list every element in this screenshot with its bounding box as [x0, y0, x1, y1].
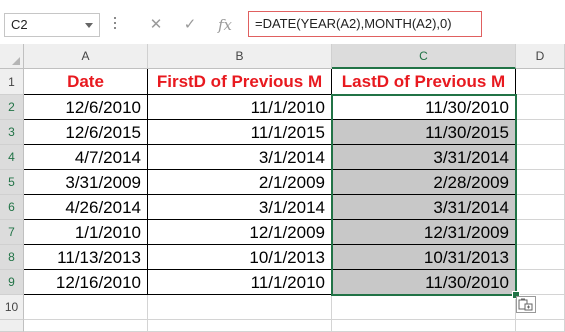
cell-b5[interactable]: 2/1/2009	[148, 170, 332, 195]
cell-d9[interactable]	[516, 270, 565, 295]
cell-d4[interactable]	[516, 145, 565, 170]
clipboard-icon	[518, 298, 533, 311]
row-header-11[interactable]	[0, 320, 24, 332]
cell-c11[interactable]	[332, 320, 516, 332]
cell-d1[interactable]	[516, 69, 565, 95]
cell-a5[interactable]: 3/31/2009	[24, 170, 148, 195]
cell-c2[interactable]: 11/30/2010	[332, 95, 516, 120]
cell-a8[interactable]: 11/13/2013	[24, 245, 148, 270]
cell-d5[interactable]	[516, 170, 565, 195]
cell-d6[interactable]	[516, 195, 565, 220]
cell-b11[interactable]	[148, 320, 332, 332]
worksheet-grid: A B C D 1 2 3 4 5 6 7 8 9 10 Date FirstD…	[0, 44, 565, 332]
header-cell-first-day[interactable]: FirstD of Previous M	[148, 69, 332, 95]
cell-b7[interactable]: 12/1/2009	[148, 220, 332, 245]
cell-b8[interactable]: 10/1/2013	[148, 245, 332, 270]
name-box-value: C2	[11, 17, 28, 32]
chevron-down-icon[interactable]	[85, 23, 93, 28]
grip-dots-icon[interactable]	[112, 14, 118, 36]
row-header-3[interactable]: 3	[0, 120, 24, 145]
cell-a7[interactable]: 1/1/2010	[24, 220, 148, 245]
cell-c4[interactable]: 3/31/2014	[332, 145, 516, 170]
row-header-2[interactable]: 2	[0, 95, 24, 120]
cell-c3[interactable]: 11/30/2015	[332, 120, 516, 145]
cell-a4[interactable]: 4/7/2014	[24, 145, 148, 170]
cell-c5[interactable]: 2/28/2009	[332, 170, 516, 195]
cell-c7[interactable]: 12/31/2009	[332, 220, 516, 245]
cell-c10[interactable]	[332, 295, 516, 320]
formula-bar: C2 ✕ ✓ fx =DATE(YEAR(A2),MONTH(A2),0)	[0, 0, 565, 45]
row-header-4[interactable]: 4	[0, 145, 24, 170]
fx-icon[interactable]: fx	[212, 13, 238, 37]
formula-bar-buttons: ✕ ✓ fx	[138, 13, 242, 37]
row-header-5[interactable]: 5	[0, 170, 24, 195]
formula-input[interactable]: =DATE(YEAR(A2),MONTH(A2),0)	[248, 11, 482, 37]
cell-a11[interactable]	[24, 320, 148, 332]
row-header-6[interactable]: 6	[0, 195, 24, 220]
cell-d8[interactable]	[516, 245, 565, 270]
cell-a6[interactable]: 4/26/2014	[24, 195, 148, 220]
cell-b4[interactable]: 3/1/2014	[148, 145, 332, 170]
cell-c8[interactable]: 10/31/2013	[332, 245, 516, 270]
cell-a9[interactable]: 12/16/2010	[24, 270, 148, 295]
column-header-c[interactable]: C	[332, 44, 516, 69]
row-header-7[interactable]: 7	[0, 220, 24, 245]
cell-c6[interactable]: 3/31/2014	[332, 195, 516, 220]
cell-b9[interactable]: 11/1/2010	[148, 270, 332, 295]
excel-window: C2 ✕ ✓ fx =DATE(YEAR(A2),MONTH(A2),0) A …	[0, 0, 565, 332]
cell-b10[interactable]	[148, 295, 332, 320]
cell-d11[interactable]	[516, 320, 565, 332]
cell-d2[interactable]	[516, 95, 565, 120]
cell-b3[interactable]: 11/1/2015	[148, 120, 332, 145]
select-all-icon	[12, 57, 20, 65]
check-icon[interactable]: ✓	[178, 13, 202, 37]
cell-d3[interactable]	[516, 120, 565, 145]
row-header-1[interactable]: 1	[0, 69, 24, 95]
row-header-9[interactable]: 9	[0, 270, 24, 295]
cell-b6[interactable]: 3/1/2014	[148, 195, 332, 220]
column-header-a[interactable]: A	[24, 44, 148, 69]
cell-a10[interactable]	[24, 295, 148, 320]
cell-a3[interactable]: 12/6/2015	[24, 120, 148, 145]
name-box[interactable]: C2	[4, 13, 100, 37]
header-cell-last-day[interactable]: LastD of Previous M	[332, 69, 516, 95]
select-all-button[interactable]	[0, 44, 24, 69]
cell-b2[interactable]: 11/1/2010	[148, 95, 332, 120]
column-header-b[interactable]: B	[148, 44, 332, 69]
row-header-10[interactable]: 10	[0, 295, 24, 320]
row-header-8[interactable]: 8	[0, 245, 24, 270]
cell-c9[interactable]: 11/30/2010	[332, 270, 516, 295]
x-icon[interactable]: ✕	[144, 13, 168, 37]
cell-a2[interactable]: 12/6/2010	[24, 95, 148, 120]
paste-options-button[interactable]	[516, 296, 536, 313]
column-header-d[interactable]: D	[516, 44, 565, 69]
cell-d7[interactable]	[516, 220, 565, 245]
header-cell-date[interactable]: Date	[24, 69, 148, 95]
